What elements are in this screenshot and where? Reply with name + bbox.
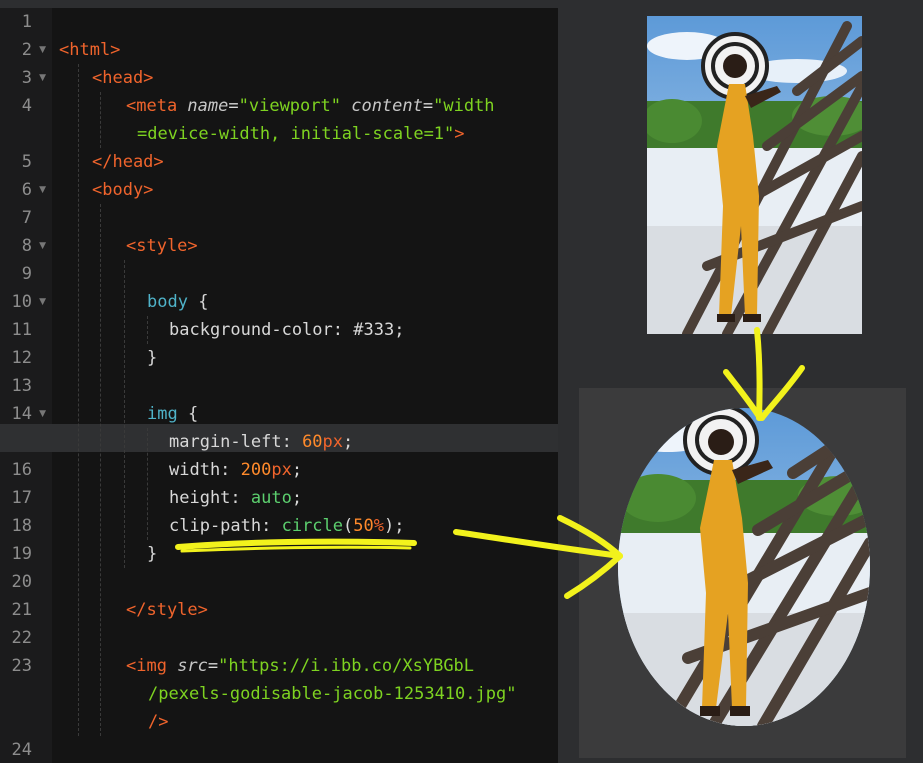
code-line-10[interactable]: body { [147, 288, 208, 316]
line-number: 3 ▼ [0, 64, 52, 92]
code-line-17[interactable]: height: auto; [169, 484, 302, 512]
code-line-11[interactable]: background-color: #333; [169, 316, 404, 344]
code-line-6[interactable]: <body> [92, 176, 153, 204]
line-number: 10 ▼ [0, 288, 52, 316]
line-number: 22 [11, 628, 32, 648]
code-line-21[interactable]: </style> [126, 596, 208, 624]
code-line-19[interactable]: } [147, 540, 157, 568]
line-number: 6 ▼ [0, 176, 52, 204]
line-number: 13 [11, 376, 32, 396]
indent-guide [78, 64, 79, 736]
code-line-5[interactable]: </head> [92, 148, 164, 176]
clipped-photo-preview [618, 408, 870, 726]
code-editor[interactable]: 1 2 ▼ 3 ▼ 4 5 6 ▼ 7 8 ▼ 9 10 ▼ 11 12 13 14 ▼ 1… [0, 8, 558, 763]
indent-guide [124, 260, 125, 568]
fold-arrow-icon[interactable]: ▼ [39, 36, 46, 64]
original-photo [647, 16, 862, 334]
fold-arrow-icon[interactable]: ▼ [39, 232, 46, 260]
code-line-2[interactable]: <html> [59, 36, 120, 64]
line-number: 18 [11, 516, 32, 536]
line-number: 9 [21, 264, 32, 284]
line-number: 1 [21, 12, 32, 32]
line-number: 23 [11, 656, 32, 676]
code-line-8[interactable]: <style> [126, 232, 198, 260]
line-number: 4 [21, 96, 32, 116]
code-line-4-wrap[interactable]: =device-width, initial-scale=1"> [137, 120, 465, 148]
indent-guide [147, 316, 148, 344]
line-number: 11 [11, 320, 32, 340]
line-number: 21 [11, 600, 32, 620]
code-line-4[interactable]: <meta name="viewport" content="width [126, 92, 495, 120]
code-line-12[interactable]: } [147, 344, 157, 372]
line-number: 17 [11, 488, 32, 508]
line-number-gutter: 1 2 ▼ 3 ▼ 4 5 6 ▼ 7 8 ▼ 9 10 ▼ 11 12 13 14 ▼ 1… [0, 8, 52, 763]
code-line-23-wrap-2[interactable]: /> [148, 708, 168, 736]
fold-arrow-icon[interactable]: ▼ [39, 64, 46, 92]
code-line-14[interactable]: img { [147, 400, 198, 428]
indent-guide [100, 204, 101, 736]
code-line-16[interactable]: width: 200px; [169, 456, 302, 484]
photo-woman-yellow-jumpsuit-clipped [618, 408, 870, 726]
line-number: 16 [11, 460, 32, 480]
line-number: 8 ▼ [0, 232, 52, 260]
code-line-18[interactable]: clip-path: circle(50%); [169, 512, 404, 540]
indent-guide [100, 92, 101, 148]
fold-arrow-icon[interactable]: ▼ [39, 288, 46, 316]
code-line-23-wrap[interactable]: /pexels-godisable-jacob-1253410.jpg" [148, 680, 516, 708]
line-number: 24 [11, 740, 32, 760]
code-line-15[interactable]: margin-left: 60px; [169, 428, 353, 456]
line-number: 7 [21, 208, 32, 228]
line-number: 19 [11, 544, 32, 564]
photo-woman-yellow-jumpsuit [647, 16, 862, 334]
line-number: 20 [11, 572, 32, 592]
fold-arrow-icon[interactable]: ▼ [39, 176, 46, 204]
code-line-3[interactable]: <head> [92, 64, 153, 92]
line-number: 5 [21, 152, 32, 172]
indent-guide [147, 428, 148, 540]
code-line-23[interactable]: <img src="https://i.ibb.co/XsYBGbL [126, 652, 474, 680]
line-number: 2 ▼ [0, 36, 52, 64]
line-number: 12 [11, 348, 32, 368]
